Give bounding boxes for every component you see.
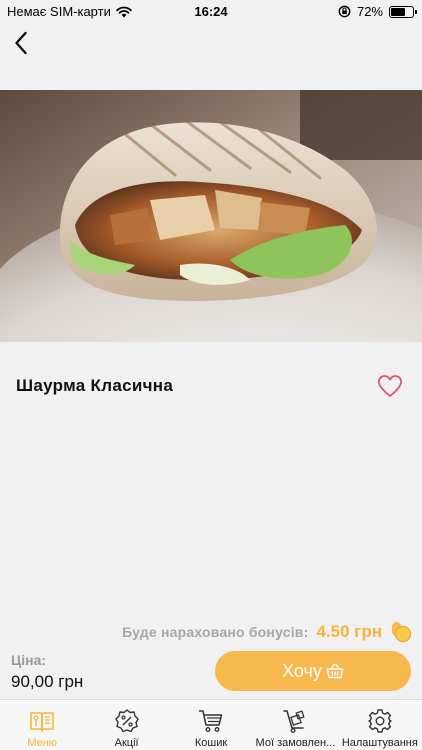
orientation-lock-icon bbox=[338, 5, 351, 18]
gear-icon bbox=[368, 709, 392, 733]
bonus-value: 4.50 грн bbox=[316, 622, 382, 641]
tab-bar: Меню Акції Кошик Мої замовлен... Налашту… bbox=[0, 699, 422, 750]
tab-settings[interactable]: Налаштування bbox=[338, 700, 422, 750]
bonus-row: Буде нараховано бонусів: 4.50 грн bbox=[122, 620, 412, 644]
product-image bbox=[0, 90, 422, 342]
tab-promotions[interactable]: Акції bbox=[84, 700, 168, 750]
price-value: 90,00 грн bbox=[11, 672, 84, 691]
cart-icon bbox=[198, 710, 223, 732]
orders-trolley-icon bbox=[283, 710, 306, 733]
product-header: Шаурма Класична bbox=[0, 342, 422, 432]
product-title: Шаурма Класична bbox=[16, 376, 174, 395]
tab-orders[interactable]: Мої замовлен... bbox=[253, 700, 337, 750]
bonus-label: Буде нараховано бонусів: bbox=[122, 624, 309, 640]
coins-icon bbox=[392, 622, 412, 643]
tab-menu[interactable]: Меню bbox=[0, 700, 84, 750]
discount-badge-icon bbox=[114, 709, 139, 733]
status-right: 72% bbox=[338, 4, 417, 19]
price-block: Ціна: 90,00 грн bbox=[11, 652, 83, 692]
status-bar: Немає SIM-карти 16:24 72% bbox=[0, 0, 422, 22]
basket-icon bbox=[326, 663, 344, 679]
tab-label-orders: Мої замовлен... bbox=[255, 737, 336, 749]
chevron-left-icon bbox=[15, 31, 27, 55]
want-button-label: Хочу bbox=[282, 660, 322, 681]
battery-percent: 72% bbox=[356, 4, 383, 19]
heart-icon bbox=[378, 375, 402, 397]
favorite-button[interactable] bbox=[376, 372, 404, 400]
tab-label-menu: Меню bbox=[27, 737, 58, 749]
price-label: Ціна: bbox=[11, 652, 47, 668]
battery-icon bbox=[389, 5, 417, 18]
tab-label-cart: Кошик bbox=[194, 737, 228, 749]
back-button[interactable] bbox=[6, 28, 36, 58]
tab-label-settings: Налаштування bbox=[341, 737, 418, 749]
tab-cart[interactable]: Кошик bbox=[169, 700, 253, 750]
tab-label-promotions: Акції bbox=[114, 737, 139, 749]
menu-book-icon bbox=[30, 712, 55, 732]
battery-fill bbox=[391, 7, 405, 16]
want-button[interactable]: Хочу bbox=[215, 651, 411, 691]
shawarma-photo bbox=[0, 90, 422, 342]
